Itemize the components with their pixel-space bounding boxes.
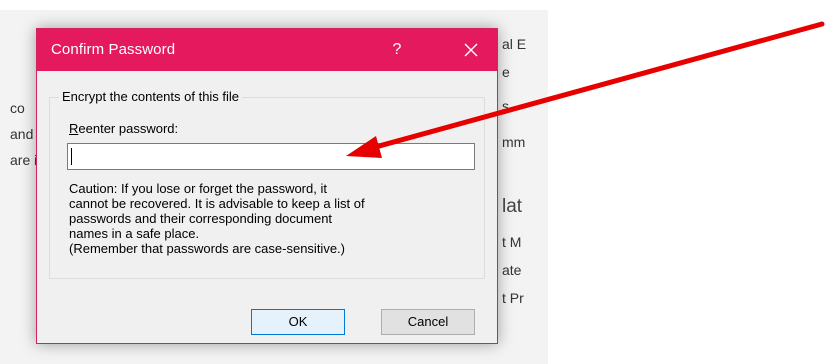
screenshot: co and are i al E e s mm lat t M ate t P… (0, 0, 836, 364)
red-arrow-icon (346, 21, 825, 158)
